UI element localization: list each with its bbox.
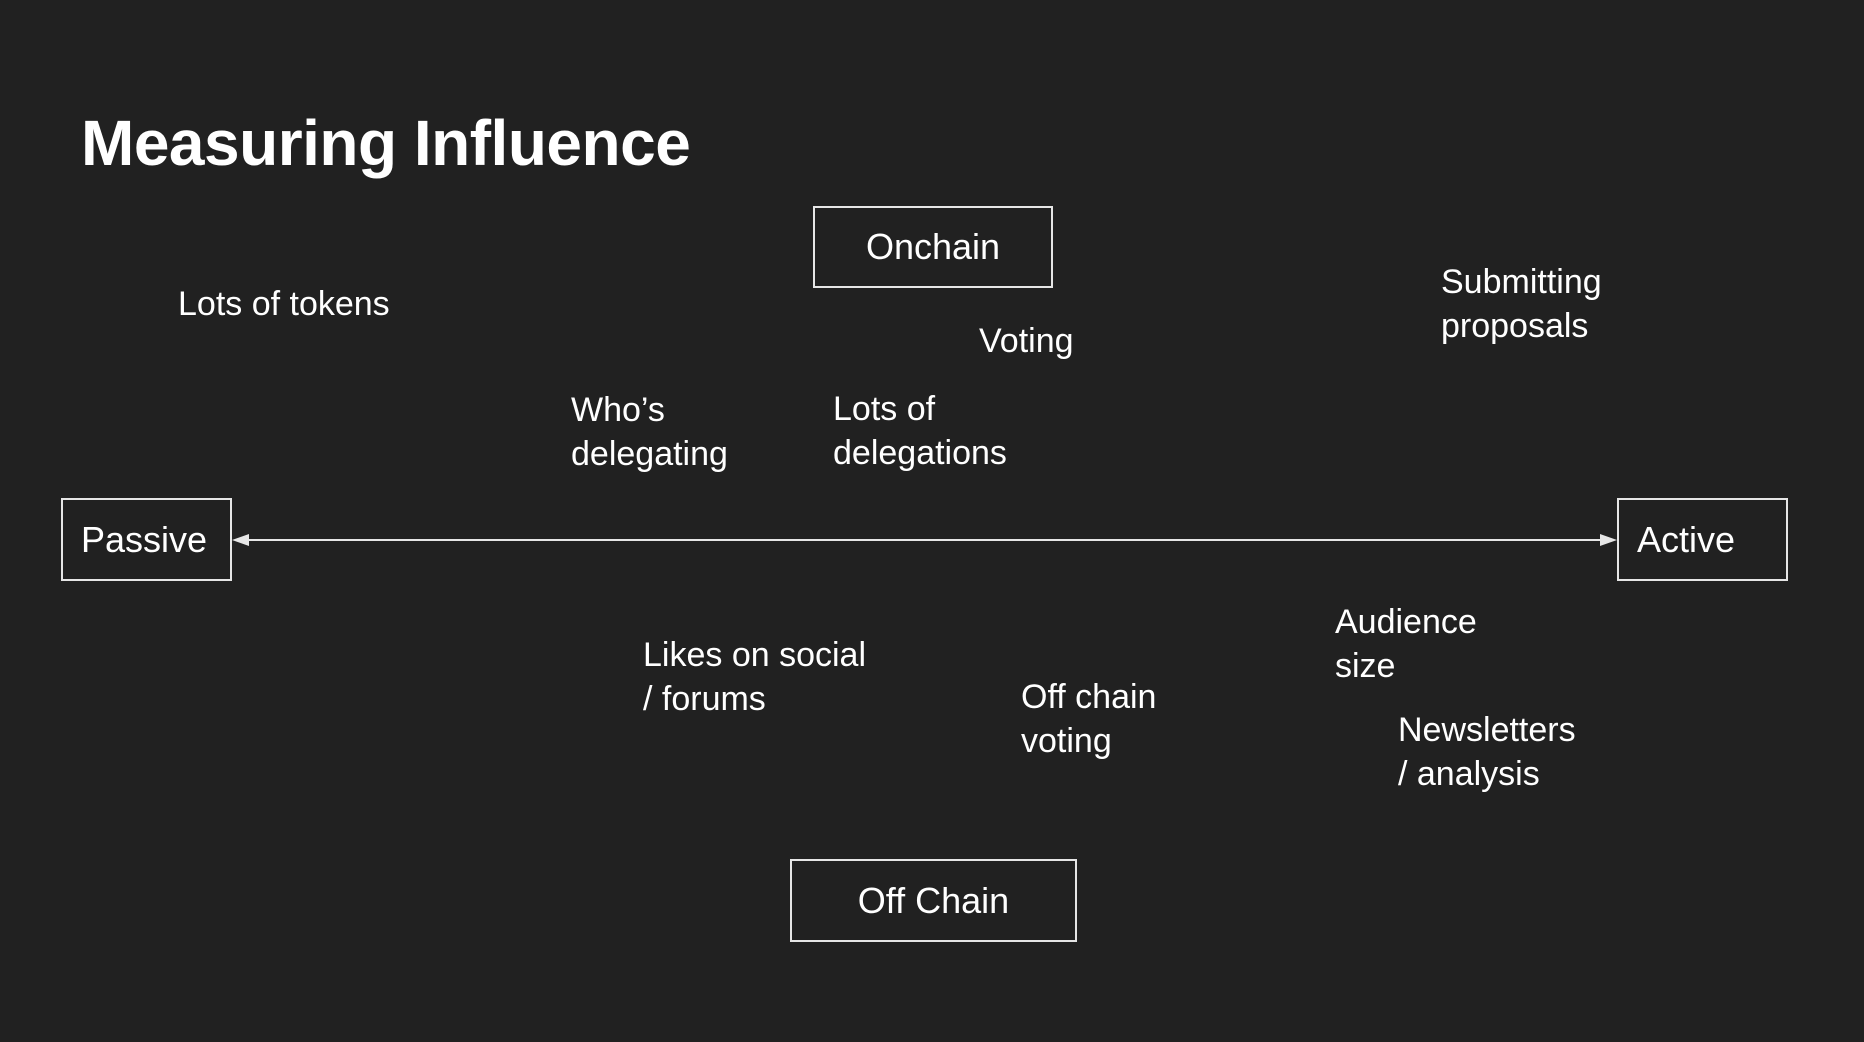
axis-arrowhead-right <box>1600 534 1617 546</box>
slide: Measuring Influence Onchain Off Chain Pa… <box>0 0 1864 1042</box>
label-submitting-proposals: Submitting proposals <box>1441 263 1602 345</box>
label-lots-of-tokens: Lots of tokens <box>178 285 390 323</box>
label-lots-of-delegations: Lots of delegations <box>833 390 1007 472</box>
label-voting: Voting <box>979 322 1074 360</box>
label-newsletters-analysis: Newsletters / analysis <box>1398 711 1576 793</box>
label-audience-size: Audience size <box>1335 603 1477 685</box>
off-chain-box: Off Chain <box>790 859 1077 942</box>
onchain-box: Onchain <box>813 206 1053 288</box>
label-whos-delegating: Who’s delegating <box>571 391 728 473</box>
axis-arrowhead-left <box>232 534 249 546</box>
active-box: Active <box>1617 498 1788 581</box>
label-likes-on-social: Likes on social / forums <box>643 636 867 718</box>
label-off-chain-voting: Off chain voting <box>1021 678 1157 760</box>
passive-box: Passive <box>61 498 232 581</box>
slide-title: Measuring Influence <box>81 107 691 179</box>
